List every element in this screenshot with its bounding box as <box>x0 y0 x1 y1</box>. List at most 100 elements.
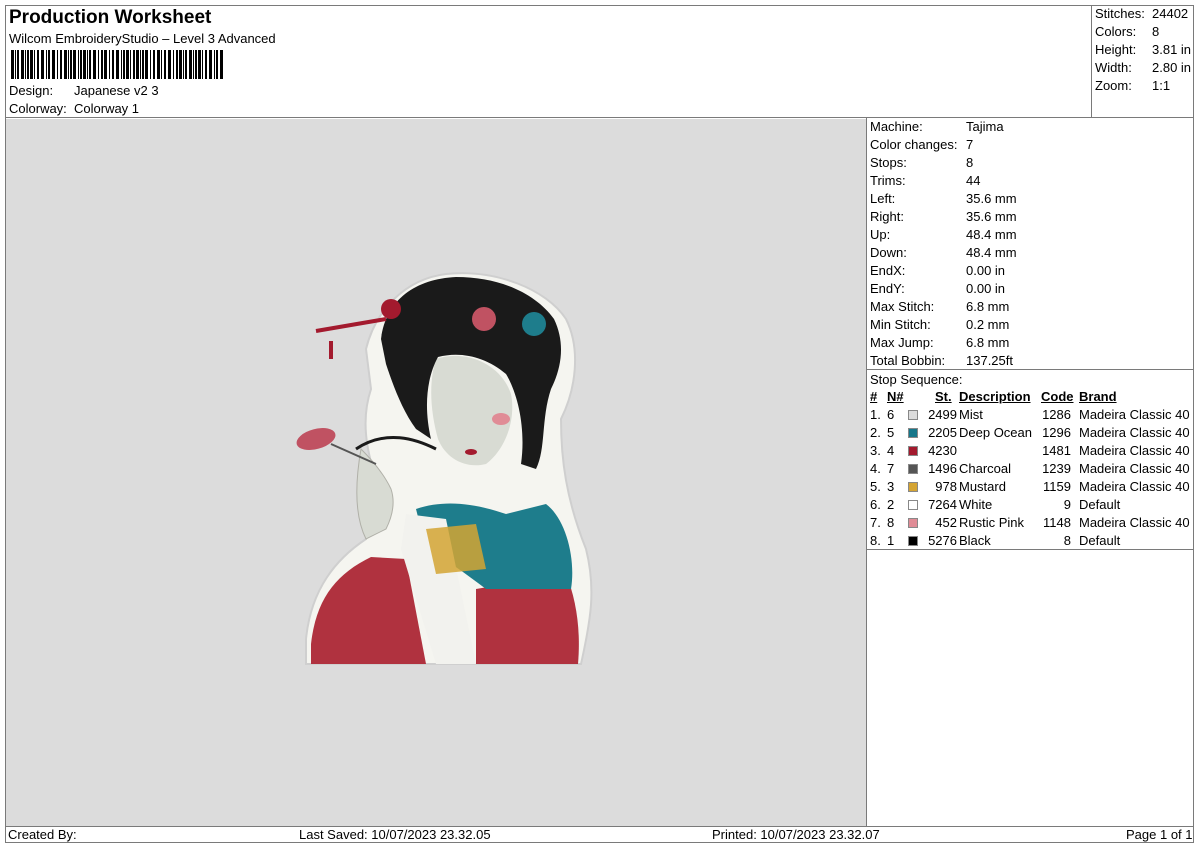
row-stitches: 978 <box>935 479 957 494</box>
row-brand: Madeira Classic 40 <box>1079 425 1190 440</box>
col-st-header: St. <box>935 389 952 404</box>
page-number: Page 1 of 1 <box>1126 827 1193 842</box>
info-value: 137.25ft <box>966 353 1013 368</box>
row-num: 3. <box>870 443 881 458</box>
info-label: Left: <box>870 191 896 206</box>
header-divider <box>5 117 1194 118</box>
machine-info-row: Total Bobbin: 137.25ft <box>870 353 1190 371</box>
info-label: Max Stitch: <box>870 299 935 314</box>
color-swatch <box>908 410 918 420</box>
machine-info-row: Stops: 8 <box>870 155 1190 173</box>
info-value: 48.4 mm <box>966 245 1017 260</box>
page-title: Production Worksheet <box>9 7 212 28</box>
row-stitches: 5276 <box>928 533 957 548</box>
row-brand: Madeira Classic 40 <box>1079 443 1190 458</box>
stop-sequence-table: # N# St. Description Code Brand 1. 6 2499 M… <box>867 389 1194 549</box>
info-label: Trims: <box>870 173 906 188</box>
machine-info-row: EndX: 0.00 in <box>870 263 1190 281</box>
row-stitches: 2205 <box>928 425 957 440</box>
table-row: 3. 4 4230 1481 Madeira Classic 40 <box>867 443 1194 461</box>
info-value: 6.8 mm <box>966 299 1010 314</box>
info-label: Max Jump: <box>870 335 934 350</box>
row-brand: Default <box>1079 533 1121 548</box>
info-value: 35.6 mm <box>966 209 1017 224</box>
row-num: 8. <box>870 533 881 548</box>
table-row: 6. 2 7264 White 9 Default <box>867 497 1194 515</box>
row-stitches: 1496 <box>928 461 957 476</box>
info-label: EndY: <box>870 281 905 296</box>
machine-info-row: Max Stitch: 6.8 mm <box>870 299 1190 317</box>
machine-info-row: Machine: Tajima <box>870 119 1190 137</box>
design-label: Design: <box>9 83 54 98</box>
info-label: Right: <box>870 209 904 224</box>
summary-row: Height: 3.81 in <box>1095 42 1192 57</box>
row-num: 4. <box>870 461 881 476</box>
row-brand: Madeira Classic 40 <box>1079 407 1190 422</box>
colorway-label: Colorway: <box>9 101 67 116</box>
color-swatch <box>908 464 918 474</box>
summary-divider <box>1091 5 1092 117</box>
info-value: 0.00 in <box>966 263 1006 278</box>
machine-info-row: Trims: 44 <box>870 173 1190 191</box>
row-description: White <box>959 497 993 512</box>
row-needle: 8 <box>887 515 895 530</box>
row-brand: Madeira Classic 40 <box>1079 515 1190 530</box>
machine-info-panel: Machine: Tajima Color changes: 7 Stops: 8 Trim… <box>870 119 1190 371</box>
info-value: 0.2 mm <box>966 317 1010 332</box>
row-brand: Default <box>1079 497 1121 512</box>
summary-box: Stitches: 24402 Colors: 8 Height: 3.81 i… <box>1095 6 1195 96</box>
row-brand: Madeira Classic 40 <box>1079 461 1190 476</box>
table-row: 1. 6 2499 Mist 1286 Madeira Classic 40 <box>867 407 1194 425</box>
row-code: 8 <box>1063 533 1071 548</box>
color-swatch <box>908 446 918 456</box>
col-n-header: N# <box>887 389 904 404</box>
info-value: Tajima <box>966 119 1004 134</box>
table-row: 7. 8 452 Rustic Pink 1148 Madeira Classic 40 <box>867 515 1194 533</box>
design-canvas <box>6 119 866 826</box>
col-brand-header: Brand <box>1079 389 1117 404</box>
row-description: Mustard <box>959 479 1006 494</box>
color-swatch <box>908 536 918 546</box>
info-value: 7 <box>966 137 974 152</box>
row-description: Rustic Pink <box>959 515 1025 530</box>
color-swatch <box>908 500 918 510</box>
info-value: 8 <box>966 155 974 170</box>
info-label: Total Bobbin: <box>870 353 946 368</box>
info-label: Min Stitch: <box>870 317 931 332</box>
col-num-header: # <box>870 389 878 404</box>
machine-info-row: Left: 35.6 mm <box>870 191 1190 209</box>
info-label: Stops: <box>870 155 907 170</box>
table-row: 8. 1 5276 Black 8 Default <box>867 533 1194 551</box>
row-num: 7. <box>870 515 881 530</box>
row-needle: 7 <box>887 461 895 476</box>
row-needle: 3 <box>887 479 895 494</box>
machine-info-row: Right: 35.6 mm <box>870 209 1190 227</box>
machine-info-row: Max Jump: 6.8 mm <box>870 335 1190 353</box>
machine-info-row: Color changes: 7 <box>870 137 1190 155</box>
row-code: 1296 <box>1042 425 1071 440</box>
machine-info-row: EndY: 0.00 in <box>870 281 1190 299</box>
summary-row: Width: 2.80 in <box>1095 60 1192 75</box>
row-code: 1481 <box>1042 443 1071 458</box>
row-needle: 5 <box>887 425 895 440</box>
design-value: Japanese v2 3 <box>74 83 159 98</box>
row-brand: Madeira Classic 40 <box>1079 479 1190 494</box>
summary-row: Zoom: 1:1 <box>1095 78 1171 93</box>
info-label: Machine: <box>870 119 923 134</box>
info-value: 35.6 mm <box>966 191 1017 206</box>
row-code: 1148 <box>1043 515 1071 530</box>
info-label: EndX: <box>870 263 906 278</box>
table-row: 2. 5 2205 Deep Ocean 1296 Madeira Classic 40 <box>867 425 1194 443</box>
colorway-value: Colorway 1 <box>74 101 140 116</box>
info-value: 0.00 in <box>966 281 1006 296</box>
info-label: Color changes: <box>870 137 958 152</box>
summary-row: Colors: 8 <box>1095 24 1160 39</box>
row-stitches: 7264 <box>928 497 957 512</box>
row-needle: 4 <box>887 443 895 458</box>
row-stitches: 452 <box>935 515 957 530</box>
row-needle: 1 <box>887 533 895 548</box>
printed-date: Printed: 10/07/2023 23.32.07 <box>712 827 880 842</box>
info-label: Up: <box>870 227 891 242</box>
table-row: 5. 3 978 Mustard 1159 Madeira Classic 40 <box>867 479 1194 497</box>
row-num: 5. <box>870 479 881 494</box>
